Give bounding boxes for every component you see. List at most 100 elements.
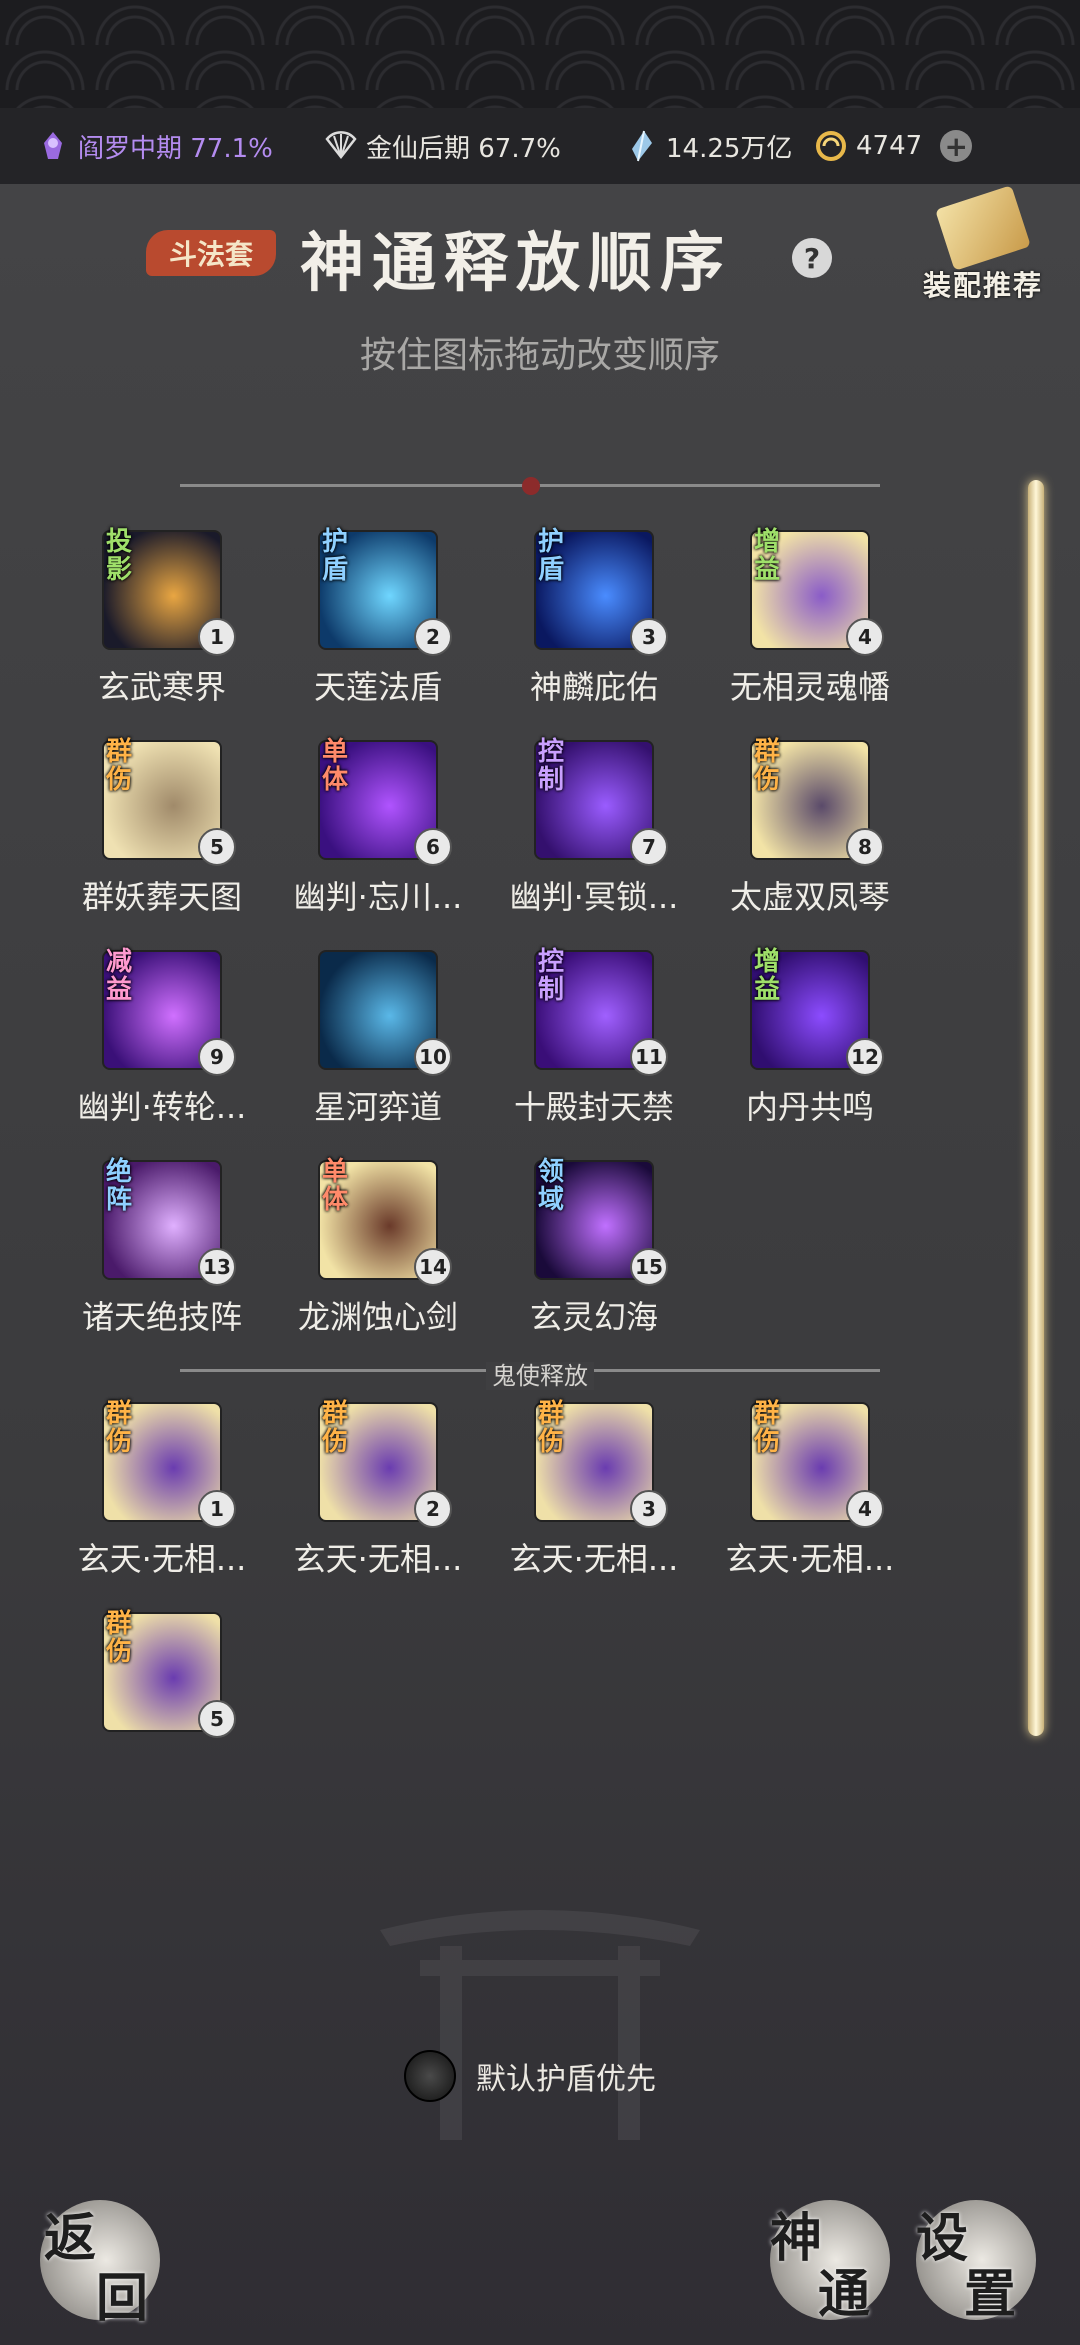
set-badge[interactable]: 斗法套 (146, 230, 276, 276)
skill-slot[interactable]: 增益 4 无相灵魂幡 (710, 527, 910, 730)
scroll-icon (935, 185, 1031, 271)
crystal-icon (632, 130, 652, 162)
toggle-label: 默认护盾优先 (476, 2062, 656, 2097)
skill-name: 群妖葬天图 (81, 878, 242, 916)
skill-type-tag: 群伤 (753, 1399, 780, 1457)
skill-name: 龙渊蚀心剑 (297, 1298, 458, 1336)
spirit-stone-counter[interactable]: 14.25万亿 (624, 108, 792, 184)
order-number-badge: 12 (846, 1038, 884, 1076)
skill-name: 内丹共鸣 (745, 1088, 874, 1126)
back-char-2: 回 (96, 2268, 149, 2329)
skill-slot[interactable]: 绝阵 13 诸天绝技阵 (62, 1158, 262, 1360)
skill-name: 幽判·忘川... (293, 878, 463, 916)
skill-type-tag: 护盾 (321, 527, 348, 585)
realm-level-1-text: 阎罗中期 77.1% (78, 133, 273, 164)
skill-slot[interactable]: 投影 1 玄武寒界 (62, 527, 262, 730)
ghost-skill-slot[interactable]: 群伤 5 (62, 1609, 262, 1812)
help-button[interactable]: ? (792, 238, 832, 278)
back-button[interactable]: 返 回 (40, 2200, 160, 2329)
skill-slot[interactable]: 群伤 8 太虚双凤琴 (710, 737, 910, 940)
ghost-section-label: 鬼使释放 (0, 1356, 1080, 1391)
skill-slot[interactable]: 控制 11 十殿封天禁 (494, 948, 694, 1150)
skill-name: 天莲法盾 (313, 668, 442, 706)
skill-slot[interactable]: 减益 9 幽判·转轮... (62, 947, 262, 1150)
skill-type-tag: 群伤 (105, 737, 132, 795)
skill-type-tag: 群伤 (105, 1609, 132, 1667)
default-shield-priority-toggle[interactable]: 默认护盾优先 (404, 2050, 656, 2102)
skill-name: 星河弈道 (313, 1088, 442, 1126)
settings-char-1: 设 (916, 2208, 969, 2269)
demon-realm-icon (44, 132, 62, 159)
resource-bar: 阎罗中期 77.1% 金仙后期 67.7% 14.25万亿 4747 + (0, 108, 1080, 185)
shentong-char-2: 通 (818, 2264, 871, 2325)
order-number-badge: 14 (414, 1248, 452, 1286)
skill-slot[interactable]: 单体 14 龙渊蚀心剑 (278, 1157, 478, 1360)
order-number-badge: 1 (198, 618, 236, 656)
skill-type-tag: 群伤 (105, 1399, 132, 1457)
realm-level-2[interactable]: 金仙后期 67.7% (324, 108, 561, 184)
order-number-badge: 4 (846, 618, 884, 656)
recommend-button[interactable]: 装配推荐 (908, 185, 1058, 316)
order-number-badge: 2 (414, 1490, 452, 1528)
skill-type-tag: 增益 (753, 527, 780, 585)
fan-icon (325, 131, 357, 160)
settings-char-2: 置 (964, 2264, 1017, 2325)
order-number-badge: 7 (630, 828, 668, 866)
order-number-badge: 4 (846, 1490, 884, 1528)
skill-name: 神麟庇佑 (529, 668, 658, 706)
skill-type-tag: 单体 (321, 1157, 348, 1215)
skill-name: 诸天绝技阵 (81, 1298, 242, 1336)
add-gold-button[interactable]: + (940, 130, 973, 163)
recommend-label: 装配推荐 (922, 269, 1043, 302)
order-number-badge: 5 (198, 1700, 236, 1738)
skill-name: 玄天·无相... (77, 1540, 247, 1578)
skill-type-tag: 增益 (753, 947, 780, 1005)
shentong-button[interactable]: 神 通 (770, 2200, 890, 2325)
order-number-badge: 2 (414, 618, 452, 656)
skill-type-tag: 群伤 (753, 737, 780, 795)
skill-type-tag: 减益 (105, 947, 132, 1005)
realm-level-1[interactable]: 阎罗中期 77.1% (36, 108, 273, 184)
skill-slot[interactable]: 控制 7 幽判·冥锁... (494, 737, 694, 940)
order-number-badge: 9 (198, 1038, 236, 1076)
skill-type-tag: 单体 (321, 737, 348, 795)
skill-type-tag: 控制 (537, 737, 564, 795)
skill-name: 玄灵幻海 (529, 1298, 658, 1336)
skill-name: 太虚双凤琴 (729, 878, 890, 916)
skill-slot[interactable]: 单体 6 幽判·忘川... (278, 737, 478, 940)
toggle-radio[interactable] (404, 2050, 456, 2102)
skill-name: 玄天·无相... (509, 1540, 679, 1578)
order-number-badge: 15 (630, 1248, 668, 1286)
divider-dot (522, 477, 540, 495)
gold-counter[interactable]: 4747 + (814, 108, 973, 184)
order-number-badge: 1 (198, 1490, 236, 1528)
gold-value: 4747 (856, 131, 923, 161)
ghost-skill-slot[interactable]: 群伤 1 玄天·无相... (62, 1399, 262, 1602)
scrollbar[interactable] (1028, 480, 1044, 1736)
skill-slot[interactable]: 群伤 5 群妖葬天图 (62, 737, 262, 940)
skill-name: 玄天·无相... (725, 1540, 895, 1578)
skill-name: 幽判·转轮... (77, 1088, 247, 1126)
skill-name: 玄武寒界 (97, 668, 226, 706)
skill-slot[interactable]: 增益 12 内丹共鸣 (710, 947, 910, 1150)
order-number-badge: 11 (630, 1038, 668, 1076)
instruction-text: 按住图标拖动改变顺序 (359, 335, 720, 376)
spirit-stone-value: 14.25万亿 (666, 133, 793, 164)
order-number-badge: 8 (846, 828, 884, 866)
skill-name: 无相灵魂幡 (729, 668, 890, 706)
skill-slot[interactable]: 领域 15 玄灵幻海 (494, 1157, 694, 1360)
order-number-badge: 13 (198, 1248, 236, 1286)
skill-type-tag: 领域 (537, 1157, 564, 1215)
skill-name: 幽判·冥锁... (509, 878, 679, 916)
order-number-badge: 6 (414, 828, 452, 866)
ghost-skill-slot[interactable]: 群伤 2 玄天·无相... (278, 1400, 478, 1602)
temple-gate-decoration (380, 1910, 700, 2140)
order-number-badge: 3 (630, 618, 668, 656)
skill-type-tag: 投影 (105, 527, 132, 585)
skill-slot[interactable]: 护盾 3 神麟庇佑 (494, 528, 694, 730)
skill-slot[interactable]: 护盾 2 天莲法盾 (278, 527, 478, 730)
ghost-skill-slot[interactable]: 群伤 4 玄天·无相... (710, 1399, 910, 1602)
settings-button[interactable]: 设 置 (916, 2200, 1036, 2325)
ghost-skill-slot[interactable]: 群伤 3 玄天·无相... (494, 1400, 694, 1602)
skill-slot[interactable]: 10 星河弈道 (278, 950, 478, 1150)
